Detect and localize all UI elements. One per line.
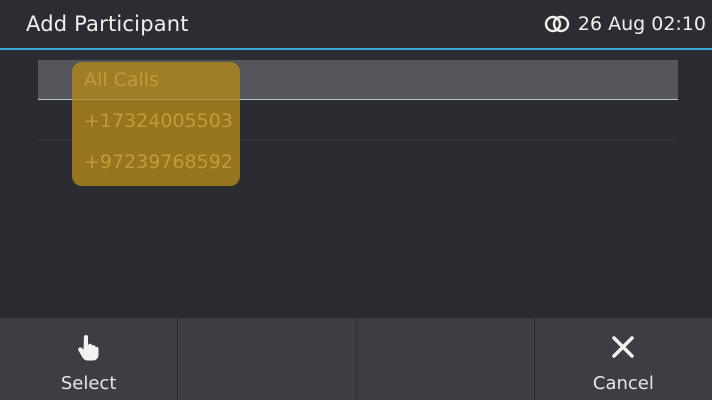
participant-list: All Calls +17324005503 +97239768592 [0, 52, 712, 318]
list-item-number-2[interactable]: +97239768592 [38, 142, 678, 182]
page-title: Add Participant [26, 12, 189, 36]
datetime: 26 Aug 02:10 [577, 13, 706, 35]
hand-pointer-icon [77, 335, 99, 361]
status-area: 26 Aug 02:10 [544, 13, 706, 35]
select-button[interactable]: Select [0, 318, 179, 400]
list-item-number-1[interactable]: +17324005503 [38, 101, 678, 141]
close-icon [612, 336, 635, 358]
softkey-empty-2[interactable] [178, 318, 357, 400]
list-item-label: +97239768592 [84, 151, 233, 173]
softkey-bar: Select Cancel [0, 318, 712, 400]
cancel-button[interactable]: Cancel [535, 318, 712, 400]
softkey-empty-3[interactable] [357, 318, 535, 400]
list-item-all-calls[interactable]: All Calls [38, 60, 678, 100]
softkey-label: Cancel [592, 373, 654, 394]
link-icon [544, 15, 570, 33]
title-bar: Add Participant 26 Aug 02:10 [0, 0, 712, 50]
list-item-label: All Calls [84, 69, 159, 91]
list-item-label: +17324005503 [84, 110, 233, 132]
phone-screen: Add Participant 26 Aug 02:10 All Calls +… [0, 0, 712, 400]
softkey-label: Select [60, 373, 117, 394]
